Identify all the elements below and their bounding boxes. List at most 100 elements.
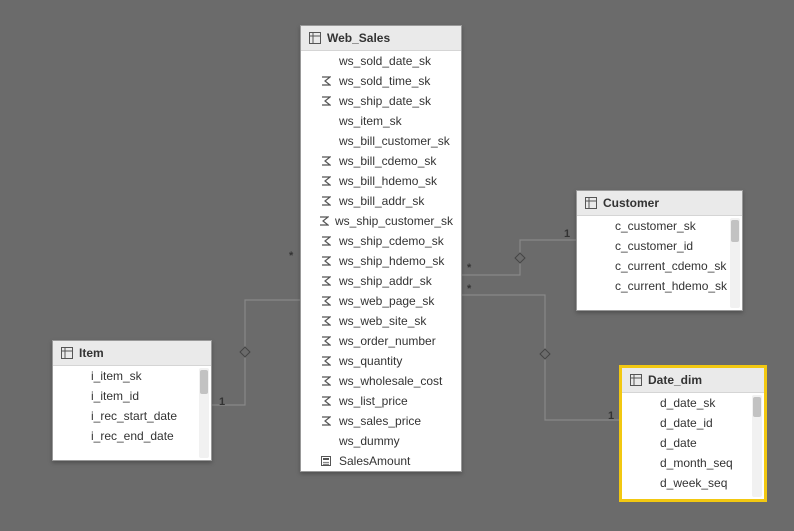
sigma-icon xyxy=(319,356,333,366)
scrollbar-thumb[interactable] xyxy=(731,220,739,242)
cardinality-label: 1 xyxy=(608,410,614,422)
field-row[interactable]: ws_bill_customer_sk xyxy=(301,131,461,151)
field-row[interactable]: d_date_id xyxy=(622,413,764,433)
table-web-sales[interactable]: Web_Sales ws_sold_date_sk ws_sold_time_sk… xyxy=(300,25,462,472)
table-date-dim[interactable]: Date_dim d_date_sk d_date_id d_date d_mo… xyxy=(620,366,766,501)
field-row[interactable]: i_item_id xyxy=(53,386,211,406)
field-row[interactable]: c_current_cdemo_sk xyxy=(577,256,742,276)
sigma-icon xyxy=(319,296,333,306)
field-name: d_month_seq xyxy=(660,456,733,470)
field-name: i_rec_end_date xyxy=(91,429,174,443)
field-row[interactable]: d_month_seq xyxy=(622,453,764,473)
field-list: d_date_sk d_date_id d_date d_month_seq d… xyxy=(622,393,764,493)
relationship-handle[interactable] xyxy=(239,346,250,357)
scrollbar-thumb[interactable] xyxy=(753,397,761,417)
table-title: Date_dim xyxy=(648,373,702,387)
field-name: ws_dummy xyxy=(339,434,400,448)
field-row[interactable]: ws_ship_addr_sk xyxy=(301,271,461,291)
field-row[interactable]: ws_quantity xyxy=(301,351,461,371)
model-canvas[interactable]: 1 * * 1 * 1 Item i_item_sk i_item_id i_r… xyxy=(0,0,794,531)
cardinality-label: * xyxy=(289,250,293,262)
field-name: i_rec_start_date xyxy=(91,409,177,423)
field-name: ws_ship_date_sk xyxy=(339,94,431,108)
field-row[interactable]: ws_web_site_sk xyxy=(301,311,461,331)
field-row[interactable]: i_rec_end_date xyxy=(53,426,211,446)
relationship-handle[interactable] xyxy=(514,252,525,263)
field-list: ws_sold_date_sk ws_sold_time_sk ws_ship_da… xyxy=(301,51,461,471)
field-row[interactable]: ws_sales_price xyxy=(301,411,461,431)
table-header[interactable]: Customer xyxy=(577,191,742,216)
table-customer[interactable]: Customer c_customer_sk c_customer_id c_c… xyxy=(576,190,743,311)
field-name: ws_sold_date_sk xyxy=(339,54,431,68)
sigma-icon xyxy=(319,416,333,426)
field-name: i_item_sk xyxy=(91,369,142,383)
field-row[interactable]: ws_sold_time_sk xyxy=(301,71,461,91)
sigma-icon xyxy=(319,276,333,286)
field-name: c_customer_sk xyxy=(615,219,696,233)
field-row[interactable]: c_customer_sk xyxy=(577,216,742,236)
cardinality-label: * xyxy=(467,262,471,274)
cardinality-label: 1 xyxy=(564,228,570,240)
table-header[interactable]: Date_dim xyxy=(622,368,764,393)
sigma-icon xyxy=(319,216,329,226)
field-row[interactable]: ws_wholesale_cost xyxy=(301,371,461,391)
field-row[interactable]: SalesAmount xyxy=(301,451,461,471)
field-row[interactable]: d_week_seq xyxy=(622,473,764,493)
table-item[interactable]: Item i_item_sk i_item_id i_rec_start_dat… xyxy=(52,340,212,461)
field-name: ws_item_sk xyxy=(339,114,402,128)
calculator-icon xyxy=(319,456,333,466)
table-header[interactable]: Item xyxy=(53,341,211,366)
table-icon xyxy=(309,32,321,44)
scrollbar[interactable] xyxy=(730,218,740,308)
field-row[interactable]: ws_dummy xyxy=(301,431,461,451)
table-header[interactable]: Web_Sales xyxy=(301,26,461,51)
field-name: ws_ship_hdemo_sk xyxy=(339,254,444,268)
field-name: d_date_sk xyxy=(660,396,715,410)
field-row[interactable]: ws_bill_cdemo_sk xyxy=(301,151,461,171)
field-row[interactable]: ws_ship_hdemo_sk xyxy=(301,251,461,271)
table-title: Item xyxy=(79,346,104,360)
field-name: ws_sold_time_sk xyxy=(339,74,430,88)
sigma-icon xyxy=(319,176,333,186)
field-name: c_current_hdemo_sk xyxy=(615,279,727,293)
sigma-icon xyxy=(319,196,333,206)
field-row[interactable]: c_current_hdemo_sk xyxy=(577,276,742,296)
sigma-icon xyxy=(319,316,333,326)
field-name: ws_bill_hdemo_sk xyxy=(339,174,437,188)
field-row[interactable]: ws_list_price xyxy=(301,391,461,411)
field-name: i_item_id xyxy=(91,389,139,403)
field-row[interactable]: d_date_sk xyxy=(622,393,764,413)
field-name: ws_web_site_sk xyxy=(339,314,426,328)
field-list: i_item_sk i_item_id i_rec_start_date i_r… xyxy=(53,366,211,446)
field-row[interactable]: ws_web_page_sk xyxy=(301,291,461,311)
scrollbar[interactable] xyxy=(752,395,762,497)
field-name: ws_quantity xyxy=(339,354,402,368)
field-row[interactable]: ws_ship_cdemo_sk xyxy=(301,231,461,251)
field-row[interactable]: i_item_sk xyxy=(53,366,211,386)
field-row[interactable]: i_rec_start_date xyxy=(53,406,211,426)
field-row[interactable]: ws_ship_customer_sk xyxy=(301,211,461,231)
field-row[interactable]: ws_ship_date_sk xyxy=(301,91,461,111)
field-name: ws_ship_customer_sk xyxy=(335,214,453,228)
field-row[interactable]: ws_bill_hdemo_sk xyxy=(301,171,461,191)
cardinality-label: 1 xyxy=(219,396,225,408)
field-name: ws_bill_customer_sk xyxy=(339,134,450,148)
table-icon xyxy=(61,347,73,359)
scrollbar[interactable] xyxy=(199,368,209,458)
table-icon xyxy=(585,197,597,209)
field-row[interactable]: ws_sold_date_sk xyxy=(301,51,461,71)
field-row[interactable]: d_date xyxy=(622,433,764,453)
field-row[interactable]: ws_order_number xyxy=(301,331,461,351)
field-name: ws_ship_addr_sk xyxy=(339,274,432,288)
sigma-icon xyxy=(319,376,333,386)
cardinality-label: * xyxy=(467,283,471,295)
field-row[interactable]: ws_bill_addr_sk xyxy=(301,191,461,211)
field-row[interactable]: ws_item_sk xyxy=(301,111,461,131)
relationship-handle[interactable] xyxy=(539,348,550,359)
field-row[interactable]: c_customer_id xyxy=(577,236,742,256)
scrollbar-thumb[interactable] xyxy=(200,370,208,394)
field-name: ws_wholesale_cost xyxy=(339,374,442,388)
table-icon xyxy=(630,374,642,386)
field-name: c_current_cdemo_sk xyxy=(615,259,726,273)
sigma-icon xyxy=(319,336,333,346)
